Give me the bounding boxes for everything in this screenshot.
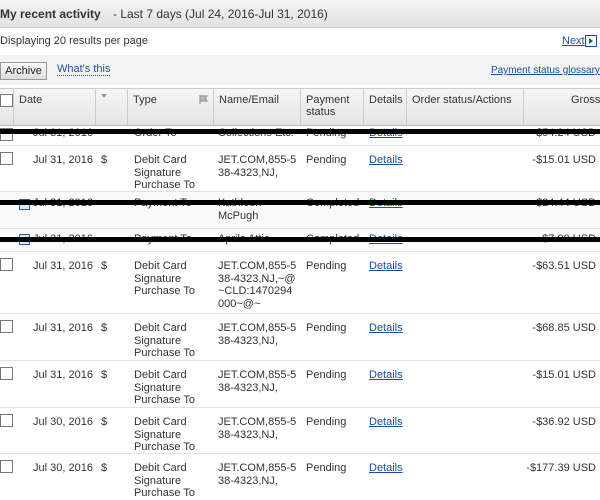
row-status: Pending: [306, 416, 347, 428]
table-row[interactable]: Jul 31, 2016 $ Debit Card Signature Purc…: [0, 146, 600, 192]
row-name: JET.COM,855-5 38-4323,NJ,: [218, 322, 297, 347]
row-currency-icon: $: [101, 416, 108, 428]
table-header: Date Type Name/Email Payment status Deta…: [0, 88, 600, 126]
row-currency-icon: $: [101, 260, 108, 272]
row-name: JET.COM,855-5 38-4323,NJ,: [218, 416, 297, 441]
payment-status-glossary-link[interactable]: Payment status glossary: [491, 65, 600, 76]
row-gross: -$177.39 USD: [526, 462, 596, 474]
row-status: Pending: [306, 322, 347, 334]
row-checkbox[interactable]: [0, 258, 13, 271]
page-title: My recent activity: [0, 7, 101, 21]
row-currency-icon: $: [101, 462, 108, 474]
row-status: Pending: [306, 462, 347, 474]
column-gross[interactable]: Gross: [523, 89, 600, 125]
row-date: Jul 31, 2016: [33, 369, 93, 381]
toolbar: Archive What's this Payment status gloss…: [0, 55, 600, 85]
details-link[interactable]: Details: [369, 260, 403, 273]
column-details: Details: [363, 89, 407, 125]
row-gross: -$63.51 USD: [532, 260, 596, 272]
column-order-status: Order status/Actions: [406, 89, 524, 125]
row-name: JET.COM,855-5 38-4323,NJ,: [218, 154, 297, 179]
column-date[interactable]: Date: [13, 89, 96, 125]
row-currency-icon: $: [101, 369, 108, 381]
row-type: Debit Card Signature Purchase To: [134, 416, 195, 453]
row-gross: -$15.01 USD: [532, 154, 596, 166]
row-date: Jul 30, 2016: [33, 416, 93, 428]
row-gross: -$15.01 USD: [532, 369, 596, 381]
column-name-email[interactable]: Name/Email: [213, 89, 301, 125]
table-row[interactable]: Jul 30, 2016 $ Debit Card Signature Purc…: [0, 454, 600, 499]
row-date: Jul 31, 2016: [33, 154, 93, 166]
row-gross: -$68.85 USD: [532, 322, 596, 334]
row-date: Jul 30, 2016: [33, 462, 93, 474]
row-checkbox[interactable]: [0, 320, 13, 333]
results-per-page: Displaying 20 results per page: [0, 35, 148, 47]
row-checkbox[interactable]: [0, 367, 13, 380]
pager-bar: Displaying 20 results per page Next: [0, 28, 600, 54]
table-row[interactable]: Jul 31, 2016 $ Debit Card Signature Purc…: [0, 361, 600, 408]
column-payment-status[interactable]: Payment status: [300, 89, 364, 125]
row-type: Debit Card Signature Purchase To: [134, 462, 195, 499]
whats-this-link[interactable]: What's this: [57, 63, 111, 76]
row-currency-icon: $: [101, 154, 108, 166]
archive-button[interactable]: Archive: [0, 62, 47, 80]
details-link[interactable]: Details: [369, 416, 403, 429]
row-status: Pending: [306, 369, 347, 381]
details-link[interactable]: Details: [369, 154, 403, 167]
details-link[interactable]: Details: [369, 462, 403, 475]
row-type: Debit Card Signature Purchase To: [134, 260, 195, 297]
next-arrow-icon[interactable]: [585, 35, 597, 47]
next-link[interactable]: Next: [562, 35, 585, 47]
row-name: JET.COM,855-5 38-4323,NJ,~@ ~CLD:1470294…: [218, 260, 297, 310]
row-status: Pending: [306, 260, 347, 272]
column-flag[interactable]: [95, 89, 209, 125]
table-row[interactable]: Jul 30, 2016 $ Debit Card Signature Purc…: [0, 408, 600, 454]
strike-line: [0, 129, 600, 134]
table-row[interactable]: Jul 31, 2016 $ Debit Card Signature Purc…: [0, 314, 600, 361]
row-name: JET.COM,855-5 38-4323,NJ,: [218, 462, 297, 487]
row-checkbox[interactable]: [0, 460, 13, 473]
strike-line: [0, 200, 600, 205]
date-range: - Last 7 days (Jul 24, 2016-Jul 31, 2016…: [113, 7, 328, 21]
details-link[interactable]: Details: [369, 322, 403, 335]
strike-line: [0, 237, 600, 242]
row-currency-icon: $: [101, 322, 108, 334]
row-date: Jul 31, 2016: [33, 322, 93, 334]
row-status: Pending: [306, 154, 347, 166]
row-gross: -$36.92 USD: [532, 416, 596, 428]
details-link[interactable]: Details: [369, 369, 403, 382]
activity-header: My recent activity - Last 7 days (Jul 24…: [0, 0, 600, 28]
row-checkbox[interactable]: [0, 152, 13, 165]
column-type[interactable]: Type: [127, 89, 214, 125]
table-row[interactable]: Jul 31, 2016 Payment To Kathleen McPugh …: [0, 192, 600, 229]
chevron-down-icon: [101, 94, 107, 98]
row-name: JET.COM,855-5 38-4323,NJ,: [218, 369, 297, 394]
row-type: Debit Card Signature Purchase To: [134, 154, 195, 191]
row-date: Jul 31, 2016: [33, 260, 93, 272]
row-type: Debit Card Signature Purchase To: [134, 322, 195, 359]
row-checkbox[interactable]: [0, 414, 13, 427]
select-all-checkbox[interactable]: [0, 94, 13, 107]
table-row[interactable]: Jul 31, 2016 $ Debit Card Signature Purc…: [0, 252, 600, 314]
row-type: Debit Card Signature Purchase To: [134, 369, 195, 406]
